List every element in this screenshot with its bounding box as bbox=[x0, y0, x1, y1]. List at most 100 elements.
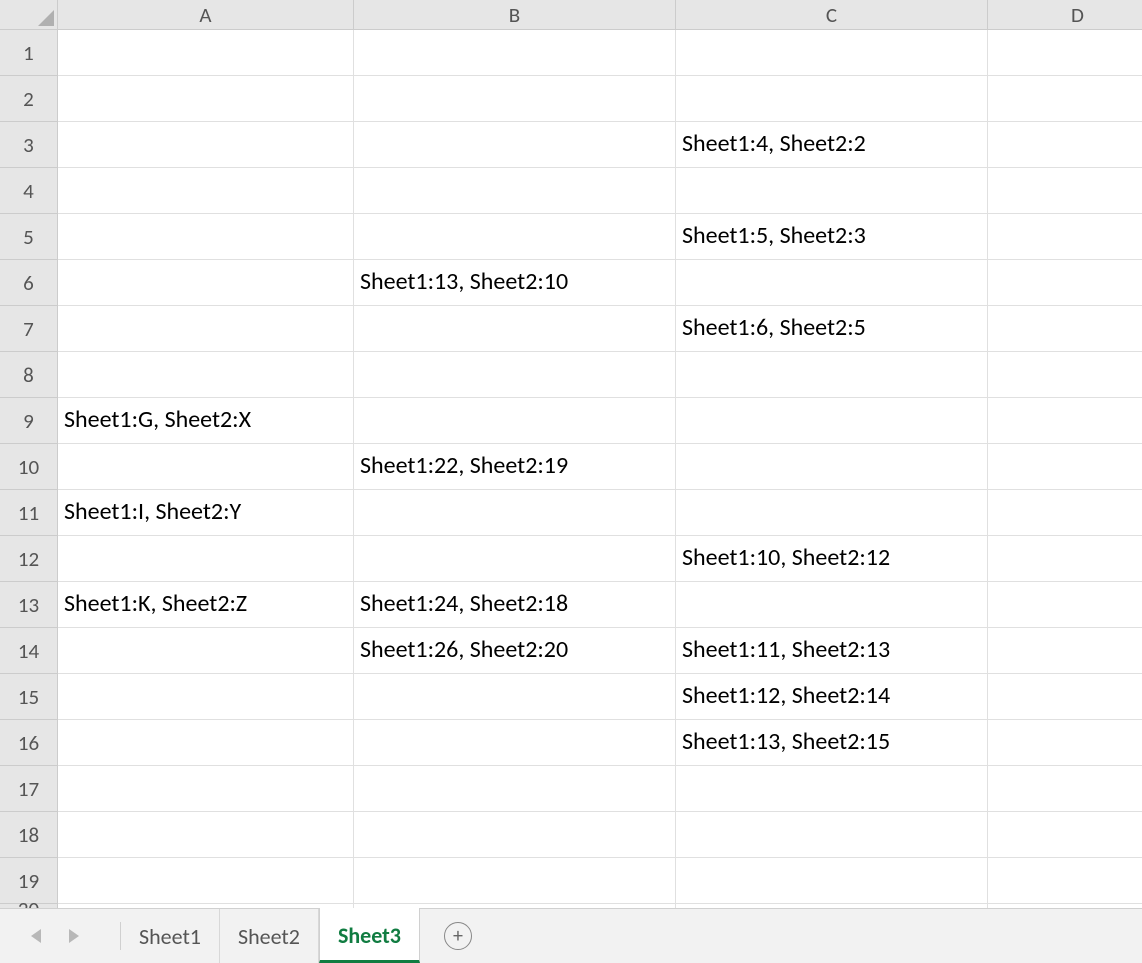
row-header-16[interactable]: 16 bbox=[0, 720, 57, 766]
cell-A19[interactable] bbox=[58, 858, 354, 904]
cell-C7[interactable]: Sheet1:6, Sheet2:5 bbox=[676, 306, 988, 352]
row-header-18[interactable]: 18 bbox=[0, 812, 57, 858]
column-header-D[interactable]: D bbox=[988, 0, 1142, 29]
cell-A8[interactable] bbox=[58, 352, 354, 398]
cell-B3[interactable] bbox=[354, 122, 676, 168]
column-header-B[interactable]: B bbox=[354, 0, 676, 29]
cell-D12[interactable] bbox=[988, 536, 1142, 582]
cell-C11[interactable] bbox=[676, 490, 988, 536]
cell-D8[interactable] bbox=[988, 352, 1142, 398]
sheet-nav-next-icon[interactable] bbox=[69, 929, 79, 943]
cell-D2[interactable] bbox=[988, 76, 1142, 122]
tab-sheet2[interactable]: Sheet2 bbox=[220, 909, 319, 963]
cell-A12[interactable] bbox=[58, 536, 354, 582]
cell-D7[interactable] bbox=[988, 306, 1142, 352]
cell-A2[interactable] bbox=[58, 76, 354, 122]
row-header-12[interactable]: 12 bbox=[0, 536, 57, 582]
row-header-13[interactable]: 13 bbox=[0, 582, 57, 628]
cell-B18[interactable] bbox=[354, 812, 676, 858]
cell-B11[interactable] bbox=[354, 490, 676, 536]
row-header-14[interactable]: 14 bbox=[0, 628, 57, 674]
cell-B19[interactable] bbox=[354, 858, 676, 904]
cell-C19[interactable] bbox=[676, 858, 988, 904]
row-header-11[interactable]: 11 bbox=[0, 490, 57, 536]
cell-A13[interactable]: Sheet1:K, Sheet2:Z bbox=[58, 582, 354, 628]
cell-A1[interactable] bbox=[58, 30, 354, 76]
cell-A5[interactable] bbox=[58, 214, 354, 260]
cell-A15[interactable] bbox=[58, 674, 354, 720]
select-all-corner[interactable] bbox=[0, 0, 58, 30]
add-sheet-button[interactable]: + bbox=[444, 922, 472, 950]
cell-A10[interactable] bbox=[58, 444, 354, 490]
cell-A7[interactable] bbox=[58, 306, 354, 352]
cell-B7[interactable] bbox=[354, 306, 676, 352]
row-header-7[interactable]: 7 bbox=[0, 306, 57, 352]
row-header-10[interactable]: 10 bbox=[0, 444, 57, 490]
cell-B13[interactable]: Sheet1:24, Sheet2:18 bbox=[354, 582, 676, 628]
cell-C12[interactable]: Sheet1:10, Sheet2:12 bbox=[676, 536, 988, 582]
cell-A18[interactable] bbox=[58, 812, 354, 858]
cell-C5[interactable]: Sheet1:5, Sheet2:3 bbox=[676, 214, 988, 260]
cell-C8[interactable] bbox=[676, 352, 988, 398]
cell-C1[interactable] bbox=[676, 30, 988, 76]
cell-D14[interactable] bbox=[988, 628, 1142, 674]
cell-A16[interactable] bbox=[58, 720, 354, 766]
tab-sheet1[interactable]: Sheet1 bbox=[121, 909, 220, 963]
column-header-A[interactable]: A bbox=[58, 0, 354, 29]
cell-B15[interactable] bbox=[354, 674, 676, 720]
cell-B9[interactable] bbox=[354, 398, 676, 444]
cell-C9[interactable] bbox=[676, 398, 988, 444]
cell-A17[interactable] bbox=[58, 766, 354, 812]
row-header-3[interactable]: 3 bbox=[0, 122, 57, 168]
cell-C2[interactable] bbox=[676, 76, 988, 122]
cell-D9[interactable] bbox=[988, 398, 1142, 444]
cell-B12[interactable] bbox=[354, 536, 676, 582]
cell-C3[interactable]: Sheet1:4, Sheet2:2 bbox=[676, 122, 988, 168]
cell-B4[interactable] bbox=[354, 168, 676, 214]
cell-D16[interactable] bbox=[988, 720, 1142, 766]
row-header-1[interactable]: 1 bbox=[0, 30, 57, 76]
cell-B10[interactable]: Sheet1:22, Sheet2:19 bbox=[354, 444, 676, 490]
cell-A6[interactable] bbox=[58, 260, 354, 306]
cell-D11[interactable] bbox=[988, 490, 1142, 536]
cell-C6[interactable] bbox=[676, 260, 988, 306]
cell-A4[interactable] bbox=[58, 168, 354, 214]
cell-C18[interactable] bbox=[676, 812, 988, 858]
row-header-4[interactable]: 4 bbox=[0, 168, 57, 214]
cell-B2[interactable] bbox=[354, 76, 676, 122]
cell-A11[interactable]: Sheet1:I, Sheet2:Y bbox=[58, 490, 354, 536]
tab-sheet3[interactable]: Sheet3 bbox=[319, 908, 420, 963]
cell-B17[interactable] bbox=[354, 766, 676, 812]
cell-D6[interactable] bbox=[988, 260, 1142, 306]
cell-C13[interactable] bbox=[676, 582, 988, 628]
cell-D15[interactable] bbox=[988, 674, 1142, 720]
cell-C16[interactable]: Sheet1:13, Sheet2:15 bbox=[676, 720, 988, 766]
cell-C17[interactable] bbox=[676, 766, 988, 812]
column-header-C[interactable]: C bbox=[676, 0, 988, 29]
cell-B1[interactable] bbox=[354, 30, 676, 76]
cell-D18[interactable] bbox=[988, 812, 1142, 858]
cell-B16[interactable] bbox=[354, 720, 676, 766]
cell-C10[interactable] bbox=[676, 444, 988, 490]
cell-D3[interactable] bbox=[988, 122, 1142, 168]
cell-B14[interactable]: Sheet1:26, Sheet2:20 bbox=[354, 628, 676, 674]
row-header-5[interactable]: 5 bbox=[0, 214, 57, 260]
cell-D19[interactable] bbox=[988, 858, 1142, 904]
cell-B5[interactable] bbox=[354, 214, 676, 260]
cell-D5[interactable] bbox=[988, 214, 1142, 260]
cell-D13[interactable] bbox=[988, 582, 1142, 628]
row-header-15[interactable]: 15 bbox=[0, 674, 57, 720]
row-header-17[interactable]: 17 bbox=[0, 766, 57, 812]
cell-C15[interactable]: Sheet1:12, Sheet2:14 bbox=[676, 674, 988, 720]
cell-A14[interactable] bbox=[58, 628, 354, 674]
cell-D4[interactable] bbox=[988, 168, 1142, 214]
cell-B6[interactable]: Sheet1:13, Sheet2:10 bbox=[354, 260, 676, 306]
row-header-2[interactable]: 2 bbox=[0, 76, 57, 122]
cell-D1[interactable] bbox=[988, 30, 1142, 76]
sheet-nav-prev-icon[interactable] bbox=[31, 929, 41, 943]
row-header-8[interactable]: 8 bbox=[0, 352, 57, 398]
cell-D10[interactable] bbox=[988, 444, 1142, 490]
cell-A3[interactable] bbox=[58, 122, 354, 168]
cell-B8[interactable] bbox=[354, 352, 676, 398]
cell-C4[interactable] bbox=[676, 168, 988, 214]
